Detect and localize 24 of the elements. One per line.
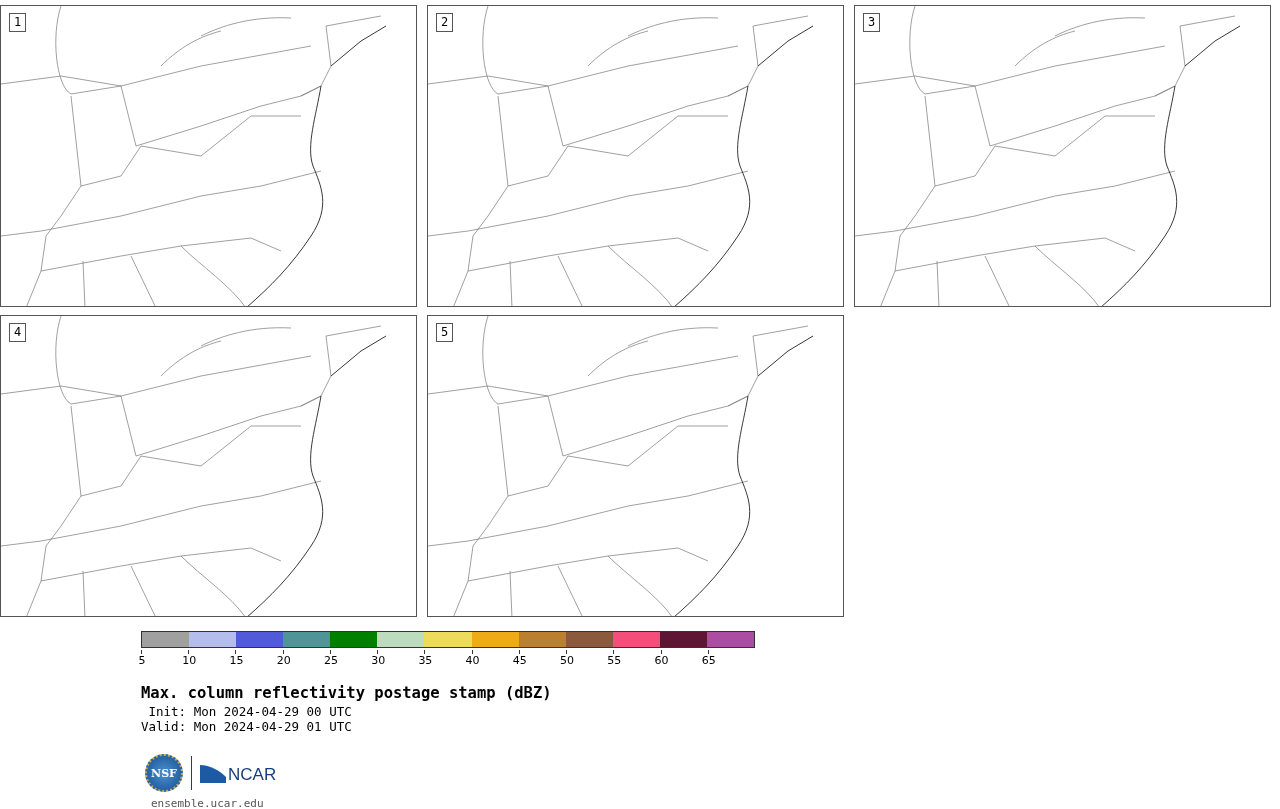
tick-label: 50 <box>560 654 575 667</box>
chart-title: Max. column reflectivity postage stamp (dBZ) <box>141 684 553 702</box>
tick-label: 25 <box>323 654 338 667</box>
tick-label: 45 <box>512 654 527 667</box>
tick-label: 55 <box>607 654 622 667</box>
panel-number: 5 <box>436 323 454 342</box>
tick-label: 20 <box>276 654 291 667</box>
website-link[interactable]: ensemble.ucar.edu <box>151 797 264 809</box>
tick-label: 30 <box>371 654 386 667</box>
init-time: Init: Mon 2024-04-29 00 UTC <box>147 704 353 719</box>
panel-number: 3 <box>863 13 881 32</box>
wordmark-logo: NCAR <box>200 763 277 783</box>
tick-label: 40 <box>465 654 480 667</box>
tick-label: 5 <box>138 654 146 667</box>
tick-label: 15 <box>229 654 244 667</box>
seal-logo: NSF <box>145 754 183 792</box>
panel-number: 1 <box>9 13 27 32</box>
tick-label: 10 <box>182 654 197 667</box>
tick-label: 65 <box>701 654 716 667</box>
valid-time: Valid: Mon 2024-04-29 01 UTC <box>141 719 353 734</box>
tick-label: 60 <box>654 654 669 667</box>
panel-number: 2 <box>436 13 454 32</box>
panel-number: 4 <box>9 323 27 342</box>
tick-label: 35 <box>418 654 433 667</box>
